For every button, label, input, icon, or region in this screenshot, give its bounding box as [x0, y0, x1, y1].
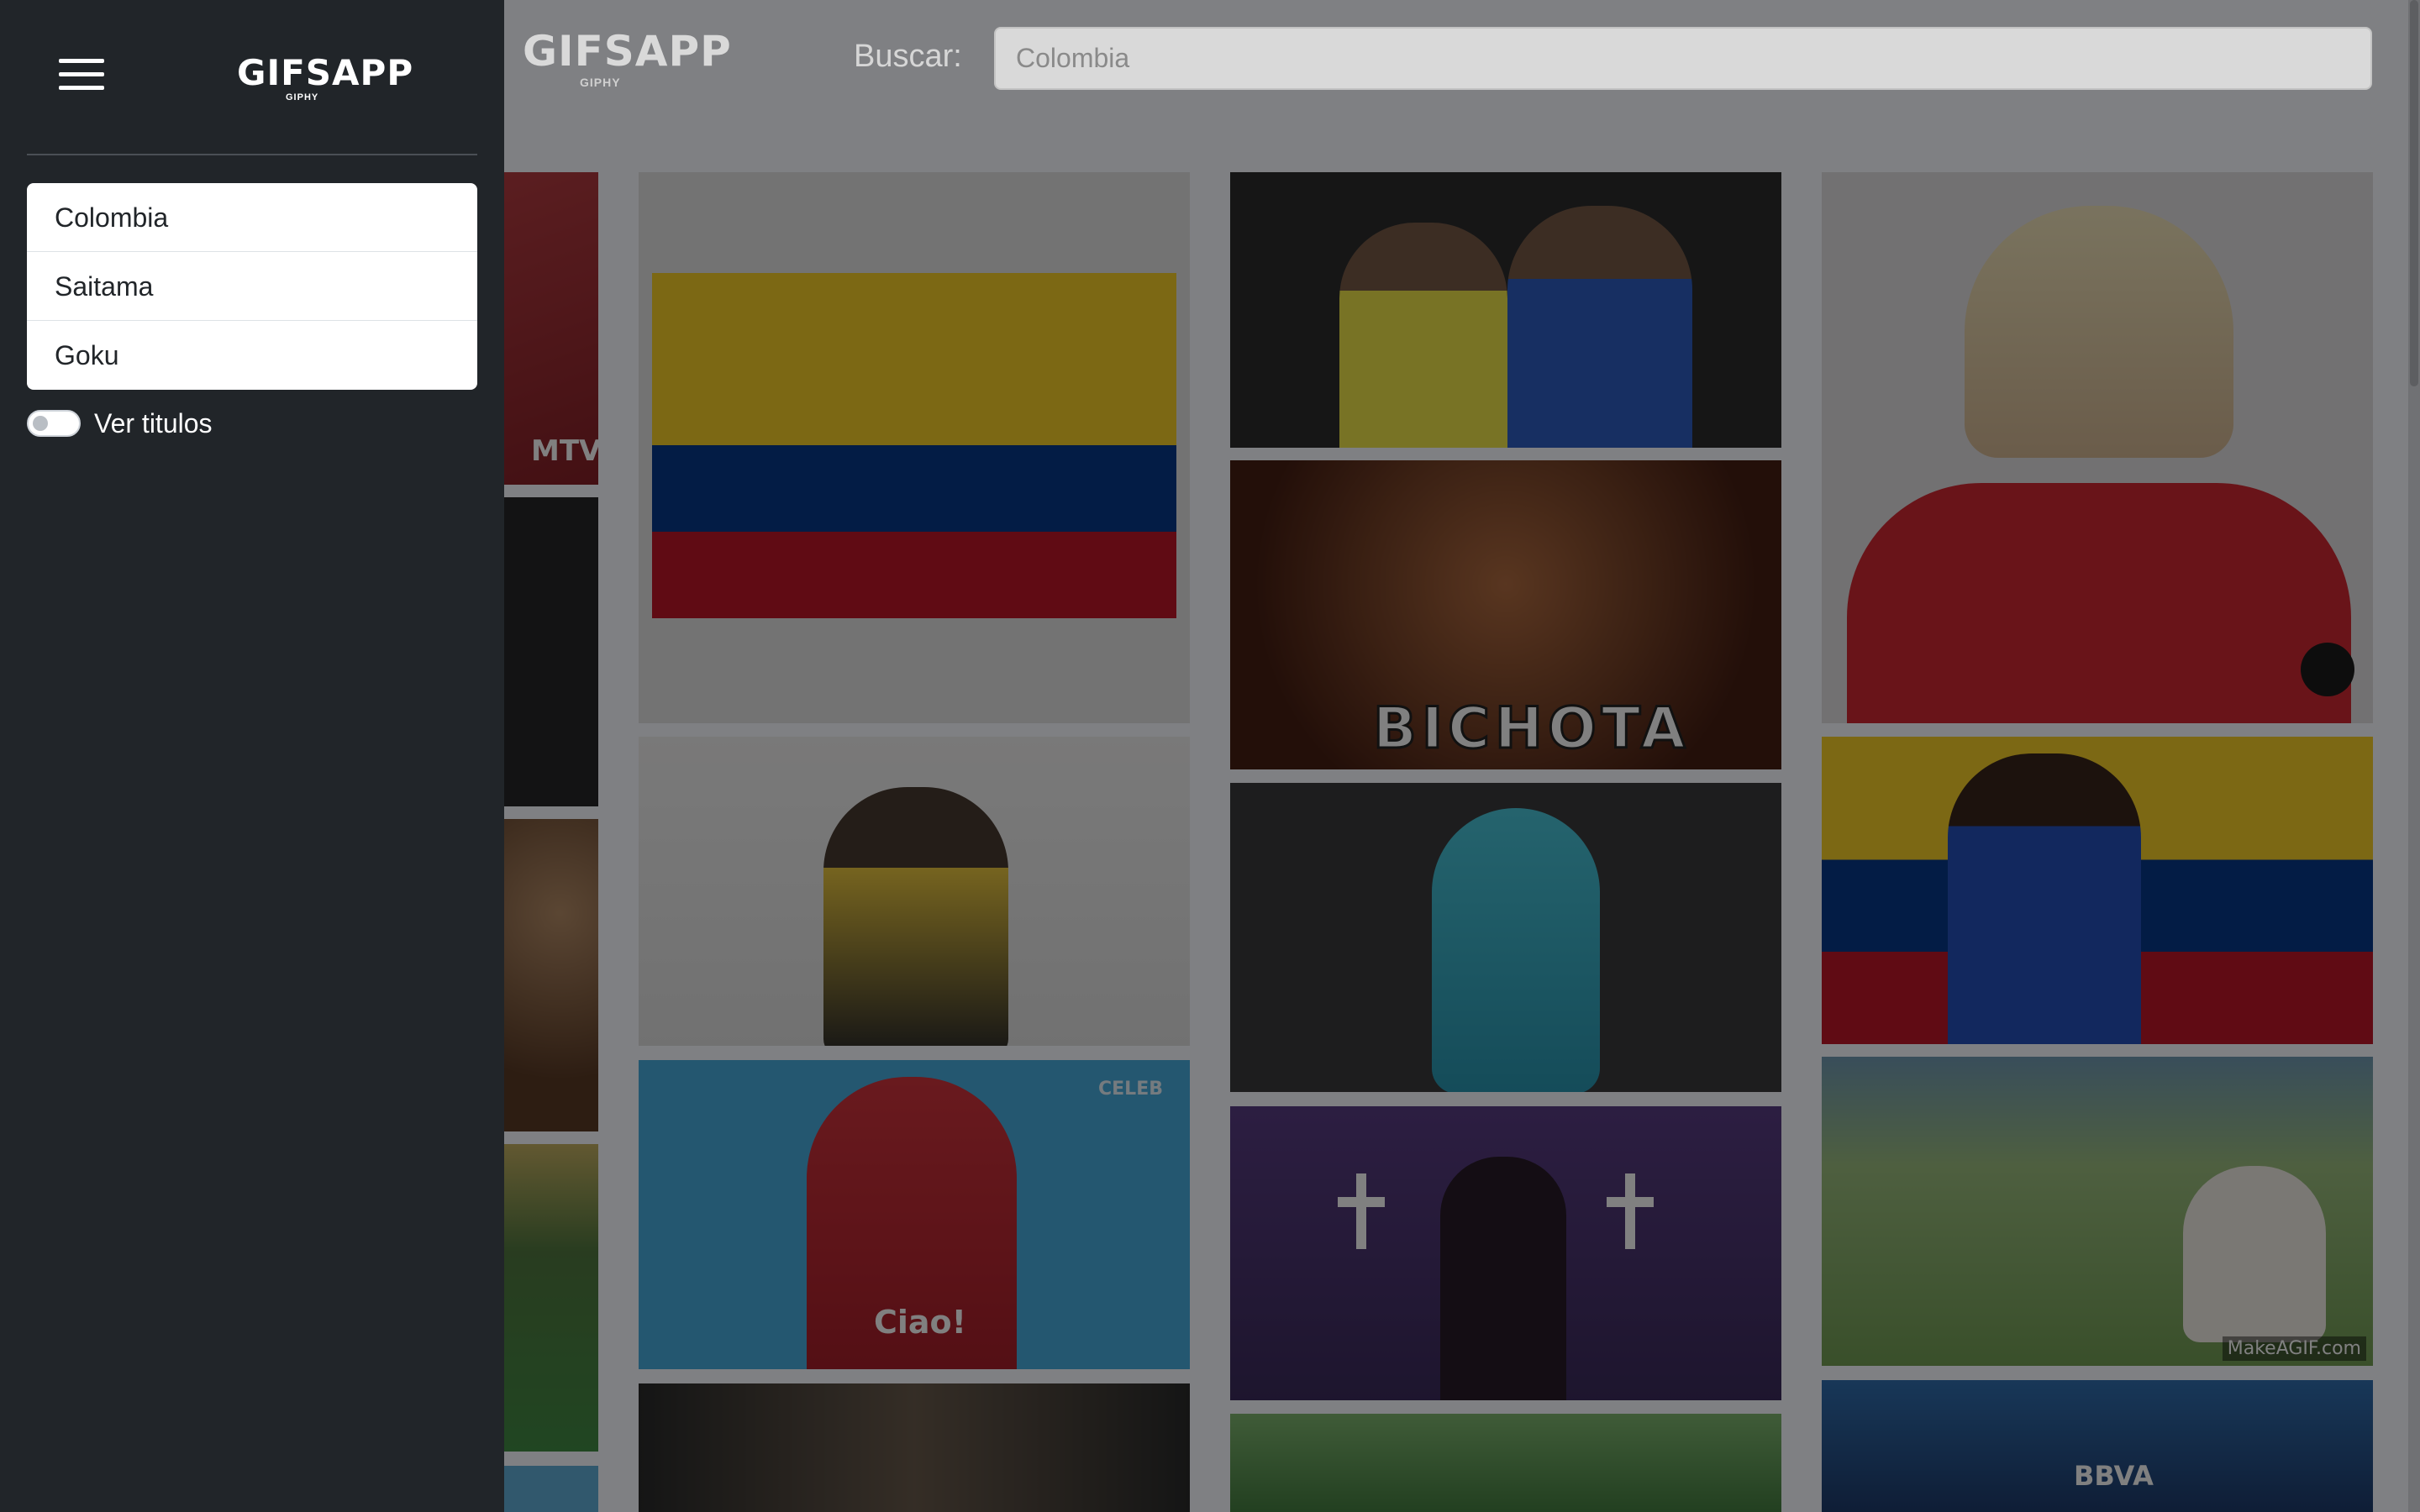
makeagif-watermark: MakeAGIF.com: [2222, 1336, 2366, 1361]
search-label: Buscar:: [854, 39, 962, 74]
show-titles-label[interactable]: Ver titulos: [94, 408, 213, 439]
gif-card[interactable]: [1230, 783, 1781, 1092]
gif-card[interactable]: BICHOTA: [1230, 460, 1781, 769]
gif-card[interactable]: CELEB Ciao!: [639, 1060, 1190, 1369]
gif-card[interactable]: [1230, 1414, 1781, 1512]
cross-right-bar: [1607, 1197, 1654, 1207]
player-figure: [823, 787, 1008, 1046]
gif-card[interactable]: [639, 737, 1190, 1046]
giphy-badge: GIPHY: [580, 76, 621, 89]
show-titles-toggle[interactable]: [27, 410, 81, 437]
cross-left: [1356, 1173, 1366, 1249]
page-scrollbar[interactable]: [2408, 0, 2420, 1512]
app-logo[interactable]: GIFSAPP: [523, 30, 732, 72]
gif-card-colombia-flag[interactable]: [639, 172, 1190, 723]
divider: [27, 154, 477, 155]
sidebar-drawer: GIFSAPP GIPHY Colombia Saitama Goku Ver …: [0, 0, 504, 1512]
drawer-giphy-badge: GIPHY: [286, 92, 319, 102]
gif-card[interactable]: BBVA: [1822, 1380, 2373, 1512]
flag-red-band: [652, 532, 1176, 618]
flag-blue-band: [652, 445, 1176, 532]
gif-card[interactable]: MakeAGIF.com: [1822, 1057, 2373, 1366]
history-item-colombia[interactable]: Colombia: [27, 183, 477, 252]
footballer-figure: [1948, 753, 2141, 1044]
scrollbar-thumb[interactable]: [2410, 0, 2418, 386]
gif-card[interactable]: [1230, 172, 1781, 448]
flag-yellow-band: [652, 273, 1176, 445]
cross-left-bar: [1338, 1197, 1385, 1207]
menu-icon[interactable]: [59, 59, 104, 91]
search-history-list: Colombia Saitama Goku: [27, 183, 477, 390]
fan-figure-yellow: [1339, 223, 1507, 448]
ciao-caption: Ciao!: [874, 1304, 966, 1341]
blue-hair-figure: [1432, 808, 1600, 1092]
gif-card[interactable]: [1230, 1106, 1781, 1400]
mtv-watermark: MTV: [531, 434, 598, 468]
dancer-figure: [2183, 1166, 2326, 1342]
center-figure: [1440, 1157, 1566, 1400]
spotify-icon: [2301, 643, 2354, 696]
drawer-logo[interactable]: GIFSAPP: [237, 55, 413, 91]
gif-card[interactable]: [1822, 172, 2373, 723]
history-item-saitama[interactable]: Saitama: [27, 252, 477, 321]
gif-card[interactable]: [1822, 737, 2373, 1044]
history-item-goku[interactable]: Goku: [27, 321, 477, 390]
toggle-knob: [33, 416, 48, 431]
red-ruffle-top: [1847, 483, 2351, 723]
singer-figure: [1965, 206, 2233, 458]
gif-card[interactable]: [639, 1383, 1190, 1512]
celeb-watermark: CELEB: [1098, 1079, 1163, 1100]
bbva-watermark: BBVA: [2074, 1460, 2154, 1492]
cross-right: [1625, 1173, 1635, 1249]
show-titles-row: Ver titulos: [27, 407, 213, 440]
fan-figure-blue: [1507, 206, 1692, 448]
bichota-caption: BICHOTA: [1371, 695, 1691, 764]
search-input[interactable]: [994, 27, 2372, 90]
